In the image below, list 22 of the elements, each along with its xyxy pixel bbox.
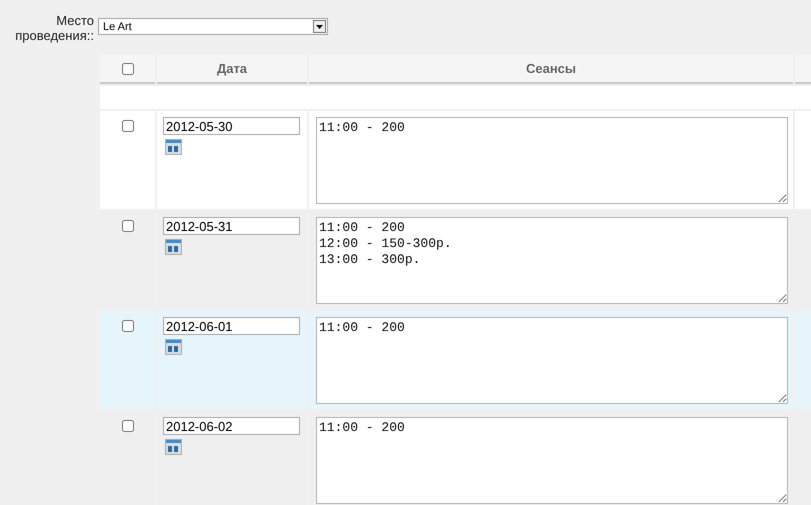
date-field[interactable]: 2012-05-31 [163,217,300,235]
venue-label: Место проведения:: [14,13,94,43]
calendar-icon[interactable] [165,138,182,155]
date-field[interactable]: 2012-06-02 [163,417,300,435]
date-field[interactable]: 2012-05-30 [163,117,300,135]
row-checkbox[interactable] [122,120,134,132]
caret-icon[interactable] [313,20,326,33]
column-header: Дата [157,55,307,84]
sessions-field[interactable]: 11:00 - 200 [316,417,788,504]
sessions-field[interactable]: 11:00 - 200 [316,117,788,204]
column-header: Сеансы [309,55,793,84]
calendar-icon[interactable] [165,338,182,355]
select-all-checkbox[interactable] [122,62,134,74]
row-checkbox[interactable] [122,320,134,332]
sessions-field[interactable]: 11:00 - 200 [316,317,788,404]
venue-select[interactable]: Le Art [98,18,328,35]
calendar-icon[interactable] [165,238,182,255]
row-checkbox[interactable] [122,420,134,432]
row-checkbox[interactable] [122,220,134,232]
sessions-field[interactable]: 11:00 - 200 12:00 - 150-300р. 13:00 - 300р. [316,217,788,304]
date-field[interactable]: 2012-06-01 [163,317,300,335]
calendar-icon[interactable] [165,438,182,455]
